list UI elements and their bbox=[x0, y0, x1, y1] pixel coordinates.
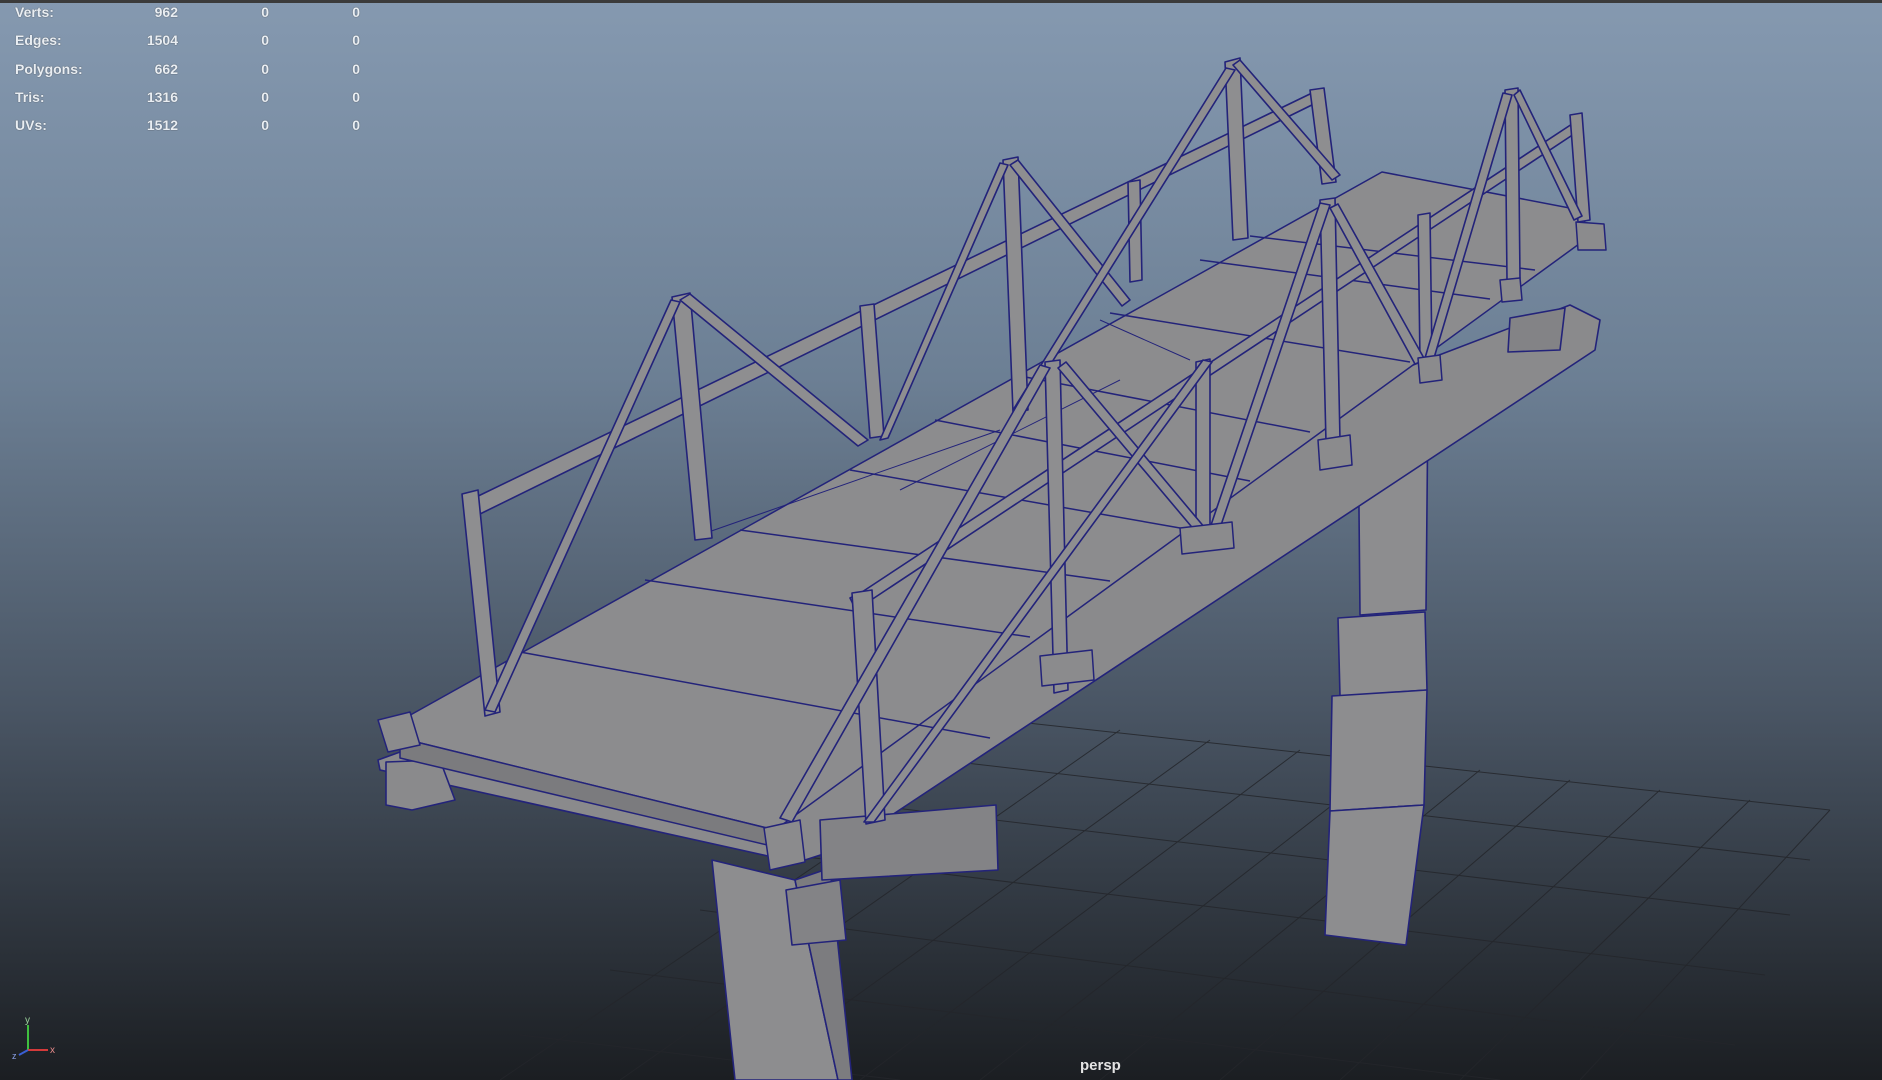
camera-label: persp bbox=[1080, 1057, 1121, 1074]
hud-value: 962 bbox=[154, 4, 178, 20]
hud-label: Polygons: bbox=[15, 60, 83, 77]
hud-value: 662 bbox=[154, 60, 178, 77]
hud-value: 1512 bbox=[146, 117, 178, 134]
hud-value: 0 bbox=[352, 32, 360, 49]
hud-value: 0 bbox=[261, 4, 269, 20]
hud-row-tris: Tris: 1316 0 0 bbox=[0, 89, 380, 117]
poly-count-hud: Verts: 962 0 0 Edges: 1504 0 0 Polygons:… bbox=[0, 4, 380, 145]
hud-value: 0 bbox=[261, 117, 269, 134]
hud-value: 0 bbox=[352, 117, 360, 134]
hud-value: 1504 bbox=[146, 32, 178, 49]
hud-value: 0 bbox=[352, 4, 360, 20]
hud-value: 0 bbox=[352, 88, 360, 105]
scene-canvas[interactable] bbox=[0, 0, 1882, 1080]
axis-x-label: x bbox=[50, 1045, 55, 1056]
hud-row-uvs: UVs: 1512 0 0 bbox=[0, 117, 380, 145]
axis-z-label: z bbox=[12, 1051, 17, 1060]
hud-value: 0 bbox=[261, 60, 269, 77]
hud-label: Verts: bbox=[15, 4, 54, 20]
hud-row-edges: Edges: 1504 0 0 bbox=[0, 32, 380, 60]
hud-value: 1316 bbox=[146, 88, 178, 105]
axis-gizmo-icon: y x z bbox=[12, 1015, 55, 1060]
axis-y-label: y bbox=[25, 1015, 30, 1026]
hud-value: 0 bbox=[261, 32, 269, 49]
hud-label: Edges: bbox=[15, 32, 62, 49]
hud-label: UVs: bbox=[15, 117, 47, 134]
hud-label: Tris: bbox=[15, 88, 45, 105]
hud-value: 0 bbox=[261, 88, 269, 105]
hud-value: 0 bbox=[352, 60, 360, 77]
hud-row-polygons: Polygons: 662 0 0 bbox=[0, 61, 380, 89]
hud-row-verts: Verts: 962 0 0 bbox=[0, 4, 380, 32]
viewport-3d[interactable]: Verts: 962 0 0 Edges: 1504 0 0 Polygons:… bbox=[0, 0, 1882, 1080]
